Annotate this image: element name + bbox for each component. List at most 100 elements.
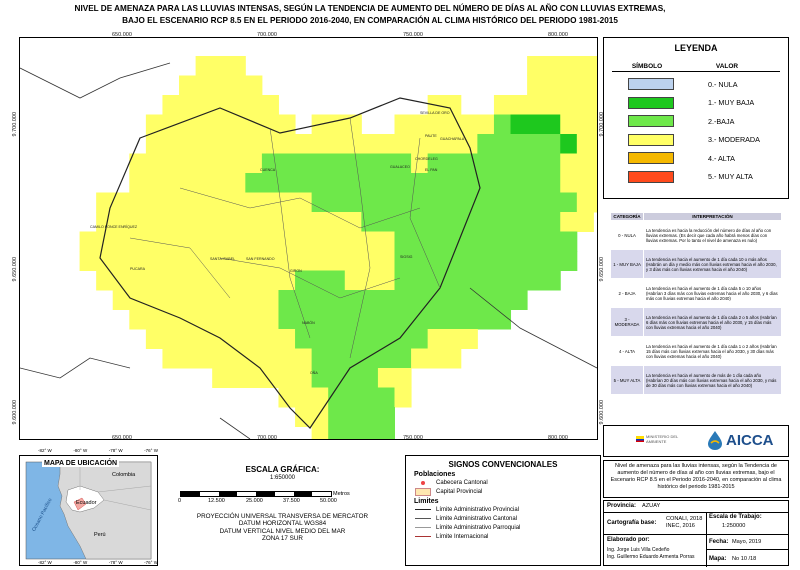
ubic-tick-top-4: -76° W <box>144 448 158 453</box>
threat-cell <box>427 231 445 252</box>
dot-icon <box>421 480 425 485</box>
threat-cell <box>212 231 230 252</box>
threat-cell <box>394 368 412 388</box>
threat-cell <box>79 251 97 271</box>
threat-cell <box>245 75 263 96</box>
provincia-value: AZUAY <box>642 503 661 509</box>
threat-cell <box>129 270 147 291</box>
threat-cell <box>377 231 395 252</box>
scale-tick-0: 0 <box>178 498 182 504</box>
threat-cell <box>460 270 478 291</box>
threat-cell <box>477 251 495 271</box>
threat-cell <box>427 251 445 271</box>
threat-cell <box>212 95 230 115</box>
scale-bar <box>180 491 332 497</box>
threat-cell <box>278 153 296 174</box>
threat-cell <box>527 173 545 193</box>
threat-cell <box>179 212 197 232</box>
place-label: OÑA <box>310 370 318 375</box>
threat-cell <box>493 114 512 135</box>
threat-cell <box>295 212 313 232</box>
threat-cell <box>145 231 163 252</box>
threat-cell <box>245 173 263 193</box>
threat-cell <box>195 173 213 193</box>
legend-items: 0.- NULA 1.- MUY BAJA 2.-BAJA 3.- MODERADA 4… <box>604 75 788 186</box>
threat-cell <box>493 134 512 154</box>
threat-cell <box>261 290 279 310</box>
threat-cell <box>361 368 379 388</box>
threat-cell <box>344 251 362 271</box>
threat-cell <box>311 309 329 330</box>
threat-cell <box>162 134 180 154</box>
y-tick-right-3: 9.600.000 <box>599 400 605 425</box>
threat-cell <box>195 231 213 252</box>
threat-cell <box>328 153 346 174</box>
threat-cell <box>543 114 561 135</box>
threat-cell <box>261 212 279 232</box>
threat-cell <box>228 270 246 291</box>
threat-cell <box>361 231 379 252</box>
interpretation-table: CATEGORÍA INTERPRETACIÓN 0 - NULA La tend… <box>610 212 782 395</box>
threat-cell <box>394 387 412 408</box>
threat-cell <box>328 251 346 271</box>
threat-cell <box>411 290 429 310</box>
threat-cell <box>145 290 163 310</box>
threat-cell <box>212 251 230 271</box>
label-colombia: Colombia <box>112 472 136 478</box>
threat-cell <box>361 270 379 291</box>
place-label: EL PAN <box>425 168 438 172</box>
legend-panel: LEYENDA SÍMBOLO VALOR 0.- NULA 1.- MUY BA… <box>603 37 789 199</box>
threat-cell <box>328 290 346 310</box>
threat-cell <box>361 348 379 369</box>
threat-cell <box>129 231 147 252</box>
interp-category: 3 - MODERADA <box>610 307 644 337</box>
threat-cell <box>527 192 545 213</box>
interp-row: 1 - MUY BAJA La tendencia es hacia el aum… <box>610 249 782 279</box>
threat-cell <box>278 231 296 252</box>
threat-cell <box>245 251 263 271</box>
threat-cell <box>510 212 528 232</box>
threat-cell <box>444 309 462 330</box>
legend-swatch <box>628 152 674 165</box>
threat-cell <box>427 192 445 213</box>
legend-swatch <box>628 78 674 91</box>
threat-cell <box>328 270 346 291</box>
place-label: SEVILLA DE ORO <box>420 111 450 115</box>
threat-cell <box>527 212 545 232</box>
threat-cell <box>328 329 346 349</box>
proj-line-2: DATUM HORIZONTAL WGS84 <box>238 520 327 528</box>
threat-cell <box>179 153 197 174</box>
threat-cell <box>361 192 379 213</box>
threat-cell <box>261 348 279 369</box>
proj-line-3: DATUM VERTICAL NIVEL MEDIO DEL MAR <box>219 527 346 535</box>
threat-cell <box>162 231 180 252</box>
threat-cell <box>543 153 561 174</box>
threat-cell <box>162 153 180 174</box>
threat-cell <box>560 56 578 76</box>
threat-cell <box>96 192 114 213</box>
threat-cell <box>278 329 296 349</box>
threat-cell <box>328 192 346 213</box>
limites-heading: Limites <box>414 498 439 505</box>
threat-cell <box>527 251 545 271</box>
interp-row: 4 - ALTA La tendencia es hacia el aumento… <box>610 336 782 366</box>
threat-cell <box>510 134 528 154</box>
threat-cell <box>477 212 495 232</box>
threat-cell <box>576 114 594 135</box>
threat-cell <box>510 251 528 271</box>
fecha-label: Fecha: <box>709 539 729 545</box>
y-tick-right-2: 9.650.000 <box>599 257 605 282</box>
threat-cell <box>162 348 180 369</box>
threat-cell <box>179 348 197 369</box>
provincia-label: Provincia: <box>607 503 637 509</box>
cartografia-label: Cartografía base: <box>607 520 657 526</box>
threat-cell <box>79 231 97 252</box>
sign-lim-cant: Límite Administrativo Cantonal <box>414 514 592 523</box>
threat-cell <box>493 309 512 330</box>
threat-cell <box>344 231 362 252</box>
place-label: NABÓN <box>302 320 315 325</box>
ubic-tick-bottom-2: -80° W <box>73 560 88 565</box>
interp-category: 4 - ALTA <box>610 336 644 366</box>
threat-cell <box>212 270 230 291</box>
threat-cell <box>593 95 611 115</box>
